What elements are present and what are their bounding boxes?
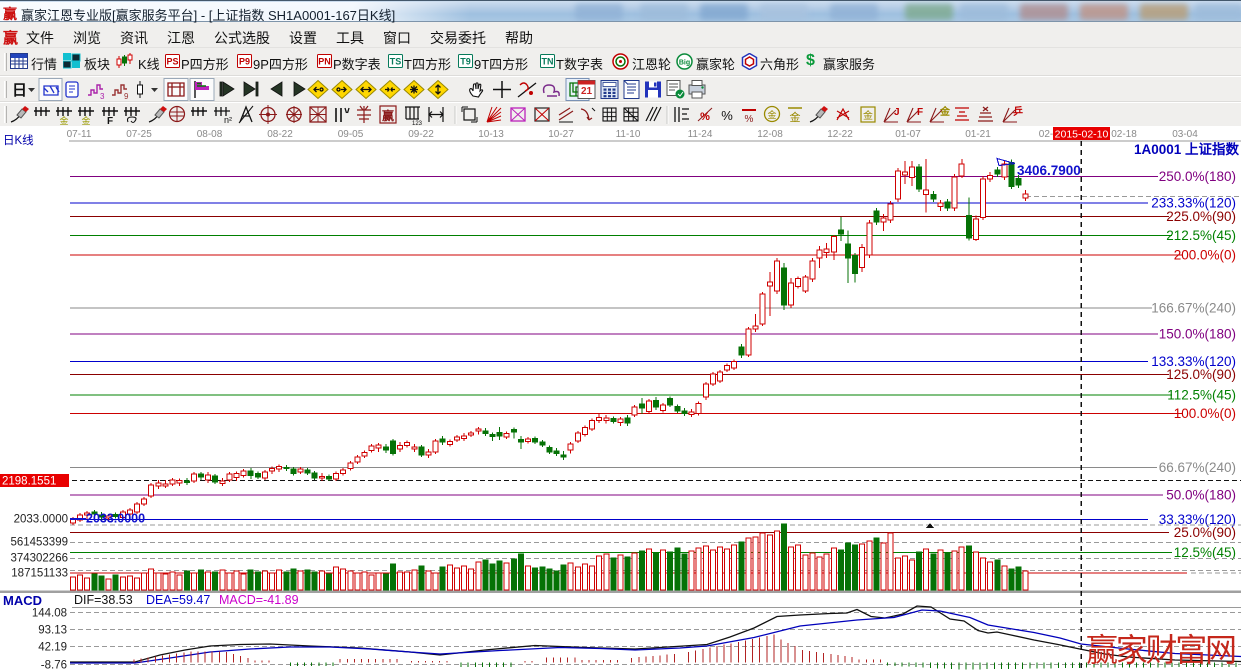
svg-text:3406.7900: 3406.7900 [1017,163,1081,178]
svg-text:-8.76: -8.76 [41,659,67,671]
svg-text:10-27: 10-27 [548,129,574,140]
svg-text:144.08: 144.08 [32,608,67,620]
svg-text:11-10: 11-10 [616,129,641,140]
svg-text:42.19: 42.19 [38,642,67,654]
svg-text:1A0001 上证指数: 1A0001 上证指数 [1134,141,1240,157]
svg-text:MACD: MACD [3,593,42,608]
svg-text:PN: PN [318,57,331,67]
svg-text:MACD=-41.89: MACD=-41.89 [219,593,299,607]
svg-text:125.0%(90): 125.0%(90) [1166,367,1236,382]
svg-text:225.0%(90): 225.0%(90) [1166,209,1236,224]
svg-text:112.5%(45): 112.5%(45) [1167,388,1236,403]
svg-text:02-: 02- [1039,129,1053,140]
svg-text:2015-02-10: 2015-02-10 [1055,129,1109,141]
svg-text:187151133: 187151133 [11,568,68,580]
svg-text:J: J [894,107,900,118]
svg-text:08-08: 08-08 [197,129,223,140]
svg-text:166.67%(240): 166.67%(240) [1151,300,1236,315]
svg-text:赢家财富网: 赢家财富网 [1086,632,1237,668]
svg-text:F: F [917,107,923,118]
svg-text:赢: 赢 [382,108,394,123]
svg-text:9: 9 [124,92,129,101]
svg-text:%: % [721,108,733,123]
svg-text:374302266: 374302266 [10,553,68,565]
svg-text:12.5%(45): 12.5%(45) [1174,545,1236,560]
svg-text:金: 金 [767,109,776,120]
svg-text:金: 金 [59,115,68,126]
svg-text:21: 21 [581,86,593,97]
svg-text:日K线: 日K线 [3,133,34,147]
svg-text:TS: TS [390,57,402,67]
svg-text:01-07: 01-07 [895,129,921,140]
svg-text:07-11: 07-11 [67,129,92,140]
svg-text:08-22: 08-22 [267,129,293,140]
svg-text:150.0%(180): 150.0%(180) [1159,327,1236,342]
svg-text:TN: TN [542,57,554,67]
svg-text:100.0%(0): 100.0%(0) [1174,406,1236,421]
svg-text:25.0%(90): 25.0%(90) [1174,525,1236,540]
svg-text:T9: T9 [460,57,471,67]
svg-text:02-18: 02-18 [1111,129,1137,140]
svg-text:%: % [745,114,754,125]
svg-text:12-22: 12-22 [827,129,853,140]
svg-text:金: 金 [863,109,873,122]
svg-text:DIF=38.53: DIF=38.53 [74,593,133,607]
svg-text:01-21: 01-21 [965,129,991,140]
svg-text:DEA=59.47: DEA=59.47 [146,593,210,607]
svg-text:2033.0000: 2033.0000 [14,514,68,526]
svg-text:%: % [700,111,710,123]
svg-text:66.67%(240): 66.67%(240) [1159,460,1236,475]
svg-text:乒: 乒 [1013,105,1023,118]
svg-text:10-13: 10-13 [478,129,504,140]
svg-text:PS: PS [166,57,178,67]
svg-text:金: 金 [790,110,801,124]
svg-text:3: 3 [100,92,105,101]
svg-text:2198.1551: 2198.1551 [2,476,56,488]
svg-text:09-22: 09-22 [408,129,434,140]
svg-text:09-05: 09-05 [338,129,364,140]
svg-text:561453399: 561453399 [10,537,68,549]
svg-text:P9: P9 [239,57,250,67]
svg-text:11-24: 11-24 [688,129,713,140]
svg-text:50.0%(180): 50.0%(180) [1166,488,1236,503]
svg-text:金: 金 [939,105,951,118]
svg-text:金: 金 [81,115,90,126]
svg-text:200.0%(0): 200.0%(0) [1174,248,1236,263]
svg-text:Big: Big [679,60,690,67]
svg-text:212.5%(45): 212.5%(45) [1166,228,1236,243]
svg-text:07-25: 07-25 [126,129,152,140]
svg-text:n²: n² [224,115,232,125]
svg-text:12-08: 12-08 [757,129,783,140]
svg-text:03-04: 03-04 [1172,129,1198,140]
svg-text:93.13: 93.13 [38,625,67,637]
svg-text:日: 日 [12,82,27,99]
svg-text:250.0%(180): 250.0%(180) [1159,169,1236,184]
svg-text:2033.0000: 2033.0000 [86,512,145,526]
